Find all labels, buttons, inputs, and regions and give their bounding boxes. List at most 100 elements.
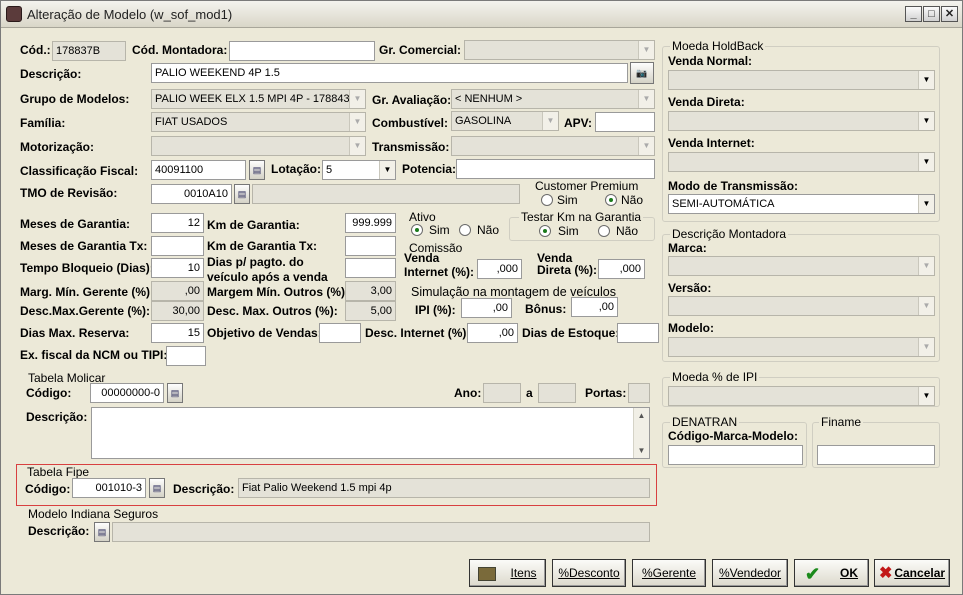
moeda-holdback-title: Moeda HoldBack — [670, 39, 766, 53]
dias-pagto-field[interactable] — [345, 258, 396, 278]
desconto-button[interactable]: %Desconto — [552, 559, 626, 587]
chevron-down-icon: ▼ — [918, 338, 934, 356]
tmo-field[interactable]: 0010A10 — [151, 184, 232, 204]
moeda-ipi-title: Moeda % de IPI — [670, 370, 760, 384]
camera-icon[interactable]: 📷 — [630, 62, 654, 84]
meses-garantia-field[interactable]: 12 — [151, 213, 204, 233]
venda-internet-field[interactable]: ,000 — [477, 259, 522, 279]
itens-button[interactable]: Itens — [469, 559, 546, 587]
chevron-down-icon: ▼ — [542, 112, 558, 130]
molicar-ano-label: Ano: — [454, 386, 482, 400]
finame-field[interactable] — [817, 445, 935, 465]
desc-max-gerente-field[interactable]: 30,00 — [151, 301, 204, 321]
ex-fiscal-field[interactable] — [166, 346, 206, 366]
lookup-icon[interactable]: ▤ — [149, 478, 165, 498]
familia-select[interactable]: FIAT USADOS ▼ — [151, 112, 366, 132]
customer-premium-nao-radio[interactable] — [605, 194, 617, 206]
gr-comercial-label: Gr. Comercial: — [379, 43, 462, 57]
km-garantia-tx-field[interactable] — [345, 236, 396, 256]
dias-estoque-field[interactable] — [617, 323, 659, 343]
testar-km-sim-radio[interactable] — [539, 225, 551, 237]
lookup-icon[interactable]: ▤ — [234, 184, 250, 204]
transmissao-select[interactable]: ▼ — [451, 136, 655, 156]
cod-montadora-field[interactable] — [229, 41, 375, 61]
scroll-down-icon[interactable]: ▼ — [634, 443, 649, 458]
versao-select[interactable]: ▼ — [668, 296, 935, 316]
cancelar-button[interactable]: ✖ Cancelar — [874, 559, 950, 587]
testar-km-nao-radio[interactable] — [598, 225, 610, 237]
ativo-sim-radio[interactable] — [411, 224, 423, 236]
bonus-label: Bônus: — [525, 302, 567, 316]
gr-comercial-select[interactable]: ▼ — [464, 40, 655, 60]
class-fiscal-field[interactable]: 40091100 — [151, 160, 246, 180]
scroll-up-icon[interactable]: ▲ — [634, 408, 649, 423]
desc-max-outros-field[interactable]: 5,00 — [345, 301, 396, 321]
cod-label: Cód.: — [20, 43, 51, 57]
motorizacao-select[interactable]: ▼ — [151, 136, 366, 156]
potencia-field[interactable] — [456, 159, 655, 179]
indiana-descricao-field — [112, 522, 650, 542]
modelo-label: Modelo: — [668, 321, 714, 335]
meses-garantia-tx-field[interactable] — [151, 236, 204, 256]
scrollbar[interactable]: ▲ ▼ — [633, 408, 649, 458]
venda-normal-select[interactable]: ▼ — [668, 70, 935, 90]
main-window: Alteração de Modelo (w_sof_mod1) _ □ ✕ C… — [0, 0, 963, 595]
venda-direta-label-2: Direta (%): — [537, 263, 598, 277]
chevron-down-icon: ▼ — [918, 71, 934, 89]
gr-avaliacao-label: Gr. Avaliação: — [372, 93, 452, 107]
km-garantia-tx-label: Km de Garantia Tx: — [207, 239, 318, 253]
venda-direta-select[interactable]: ▼ — [668, 111, 935, 131]
ok-button[interactable]: ✔ OK — [794, 559, 869, 587]
cod-field[interactable]: 178837B — [52, 41, 126, 61]
moeda-ipi-select[interactable]: ▼ — [668, 386, 935, 406]
combustivel-label: Combustível: — [372, 116, 449, 130]
venda-internet-select[interactable]: ▼ — [668, 152, 935, 172]
customer-premium-label: Customer Premium — [535, 179, 639, 193]
margem-min-outros-field[interactable]: 3,00 — [345, 281, 396, 301]
gerente-button[interactable]: %Gerente — [632, 559, 706, 587]
molicar-codigo-field[interactable]: 00000000-0 — [90, 383, 164, 403]
km-garantia-field[interactable]: 999.999 — [345, 213, 396, 233]
fipe-codigo-field[interactable]: 001010-3 — [72, 478, 146, 498]
modelo-select[interactable]: ▼ — [668, 337, 935, 357]
desc-internet-field[interactable]: ,00 — [467, 323, 518, 343]
lookup-icon[interactable]: ▤ — [167, 383, 183, 403]
modo-transmissao-select[interactable]: SEMI-AUTOMÁTICA ▼ — [668, 194, 935, 214]
marca-select[interactable]: ▼ — [668, 256, 935, 276]
codigo-marca-modelo-field[interactable] — [668, 445, 803, 465]
lookup-icon[interactable]: ▤ — [249, 160, 265, 180]
fipe-descricao-field: Fiat Palio Weekend 1.5 mpi 4p — [238, 478, 650, 498]
ativo-nao-radio[interactable] — [459, 224, 471, 236]
dias-max-reserva-field[interactable]: 15 — [151, 323, 204, 343]
apv-label: APV: — [564, 116, 593, 130]
maximize-button[interactable]: □ — [923, 6, 940, 22]
dias-estoque-label: Dias de Estoque: — [522, 326, 620, 340]
venda-direta-field[interactable]: ,000 — [598, 259, 645, 279]
lotacao-select[interactable]: 5 ▼ — [322, 160, 396, 180]
molicar-descricao-textarea[interactable]: ▲ ▼ — [91, 407, 650, 459]
apv-field[interactable] — [595, 112, 655, 132]
minimize-button[interactable]: _ — [905, 6, 922, 22]
grupo-label: Grupo de Modelos: — [20, 92, 130, 106]
codigo-marca-modelo-label: Código-Marca-Modelo: — [668, 429, 798, 443]
marg-min-gerente-field[interactable]: ,00 — [151, 281, 204, 301]
grupo-select[interactable]: PALIO WEEK ELX 1.5 MPI 4P - 1788431 - ▼ — [151, 89, 366, 109]
ativo-nao-label: Não — [477, 223, 500, 237]
gr-avaliacao-select[interactable]: < NENHUM > ▼ — [451, 89, 655, 109]
chevron-down-icon: ▼ — [918, 257, 934, 275]
potencia-label: Potencia: — [402, 162, 457, 176]
denatran-title: DENATRAN — [670, 415, 740, 429]
ipi-field[interactable]: ,00 — [461, 298, 512, 318]
cancel-icon: ✖ — [878, 564, 893, 582]
lookup-icon[interactable]: ▤ — [94, 522, 110, 542]
objetivo-vendas-field[interactable] — [319, 323, 361, 343]
descricao-field[interactable]: PALIO WEEKEND 4P 1.5 — [151, 63, 628, 83]
customer-premium-sim-radio[interactable] — [541, 194, 553, 206]
tempo-bloqueio-field[interactable]: 10 — [151, 258, 204, 278]
close-button[interactable]: ✕ — [941, 6, 958, 22]
motorizacao-label: Motorização: — [20, 140, 95, 154]
vendedor-button[interactable]: %Vendedor — [712, 559, 788, 587]
bonus-field[interactable]: ,00 — [571, 297, 618, 317]
combustivel-select[interactable]: GASOLINA ▼ — [451, 111, 559, 131]
molicar-ano-ate-field — [538, 383, 576, 403]
